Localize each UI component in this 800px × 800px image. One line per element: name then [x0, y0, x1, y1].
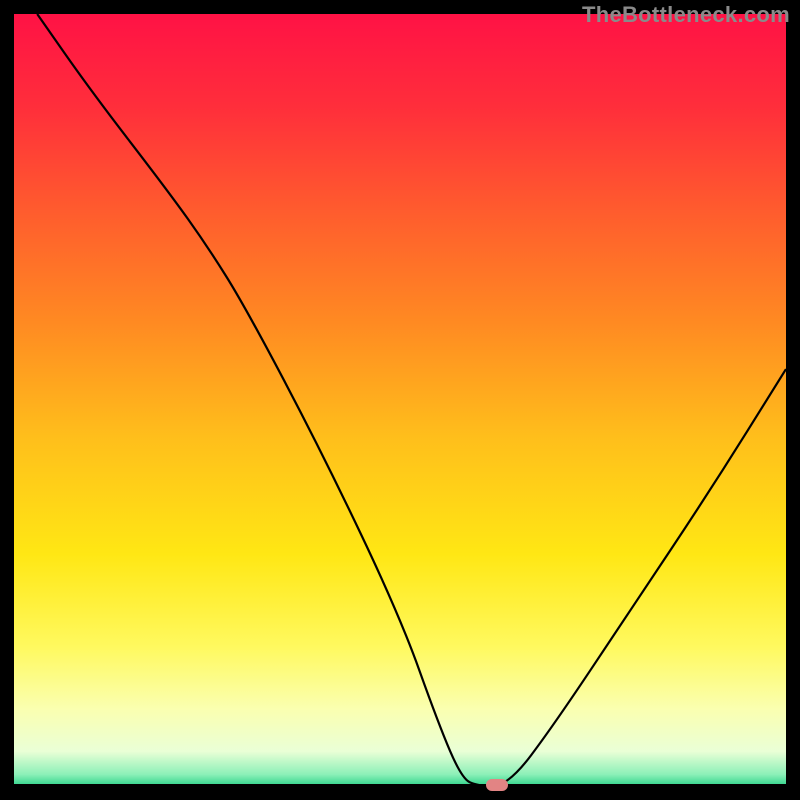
watermark-text: TheBottleneck.com — [582, 2, 790, 28]
gradient-background — [14, 14, 786, 786]
chart-frame: TheBottleneck.com — [0, 0, 800, 800]
bottleneck-chart — [14, 14, 786, 786]
optimal-point-marker — [486, 779, 508, 791]
